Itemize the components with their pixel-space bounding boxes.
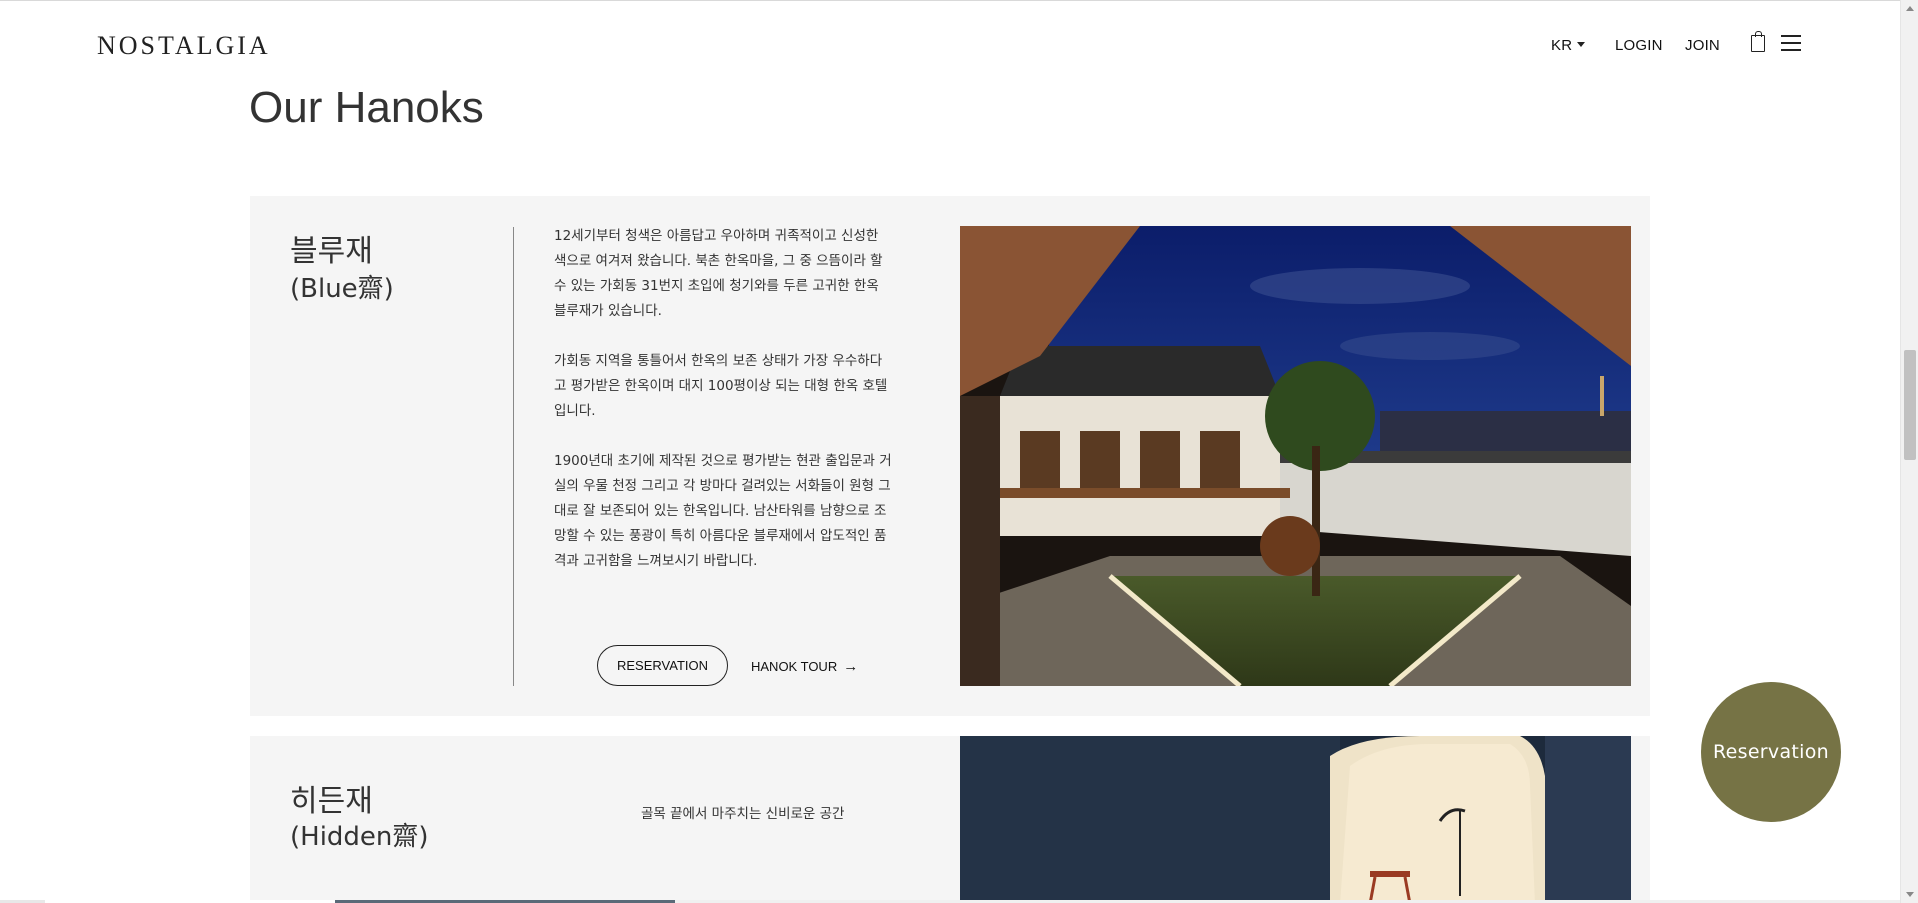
scroll-down-icon[interactable] — [1906, 892, 1914, 897]
join-link[interactable]: JOIN — [1685, 37, 1720, 54]
hamburger-menu-icon[interactable] — [1781, 35, 1801, 51]
hanok-photo-hidden — [960, 736, 1631, 903]
hanok-name-en: (Blue齋) — [290, 274, 394, 304]
section-title: Our Hanoks — [249, 83, 484, 132]
floating-reservation-button[interactable]: Reservation — [1701, 682, 1841, 822]
hanok-tour-link[interactable]: HANOK TOUR → — [751, 658, 858, 675]
caret-down-icon — [1577, 42, 1586, 47]
description-paragraph: 12세기부터 청색은 아름답고 우아하며 귀족적이고 신성한 색으로 여겨져 왔… — [554, 228, 883, 319]
description-paragraph: 가회동 지역을 통틀어서 한옥의 보존 상태가 가장 우수하다고 평가받은 한옥… — [554, 353, 888, 419]
login-link[interactable]: LOGIN — [1615, 37, 1663, 54]
site-header: NOSTALGIA KR LOGIN JOIN — [0, 1, 1900, 89]
scrollbar-thumb[interactable] — [1904, 350, 1916, 460]
description-paragraph: 1900년대 초기에 제작된 것으로 평가받는 현관 출입문과 거실의 우물 천… — [554, 453, 892, 569]
hanok-description: 12세기부터 청색은 아름답고 우아하며 귀족적이고 신성한 색으로 여겨져 왔… — [554, 224, 894, 599]
hanok-name-ko: 블루재 — [290, 234, 373, 269]
page: NOSTALGIA KR LOGIN JOIN Our Hanoks 블루재 (… — [0, 0, 1900, 903]
vertical-divider — [513, 227, 514, 686]
hanok-name-ko: 히든재 — [290, 784, 373, 819]
reservation-button[interactable]: RESERVATION — [597, 645, 728, 686]
hanok-tour-label: HANOK TOUR — [751, 659, 838, 674]
arrow-right-icon: → — [843, 658, 859, 675]
hanok-tagline: 골목 끝에서 마주치는 신비로운 공간 — [641, 806, 845, 822]
hanok-card-blue: 블루재 (Blue齋) 12세기부터 청색은 아름답고 우아하며 귀족적이고 신… — [250, 196, 1650, 716]
language-label: KR — [1551, 37, 1573, 54]
site-logo[interactable]: NOSTALGIA — [97, 31, 271, 61]
vertical-scrollbar[interactable] — [1900, 0, 1918, 903]
scroll-up-icon[interactable] — [1906, 6, 1914, 11]
hanok-name-en: (Hidden齋) — [290, 822, 429, 852]
language-selector[interactable]: KR — [1551, 37, 1586, 54]
hanok-photo-blue — [960, 226, 1631, 686]
hanok-card-hidden: 히든재 (Hidden齋) 골목 끝에서 마주치는 신비로운 공간 — [250, 736, 1650, 903]
shopping-bag-icon[interactable] — [1751, 31, 1765, 52]
